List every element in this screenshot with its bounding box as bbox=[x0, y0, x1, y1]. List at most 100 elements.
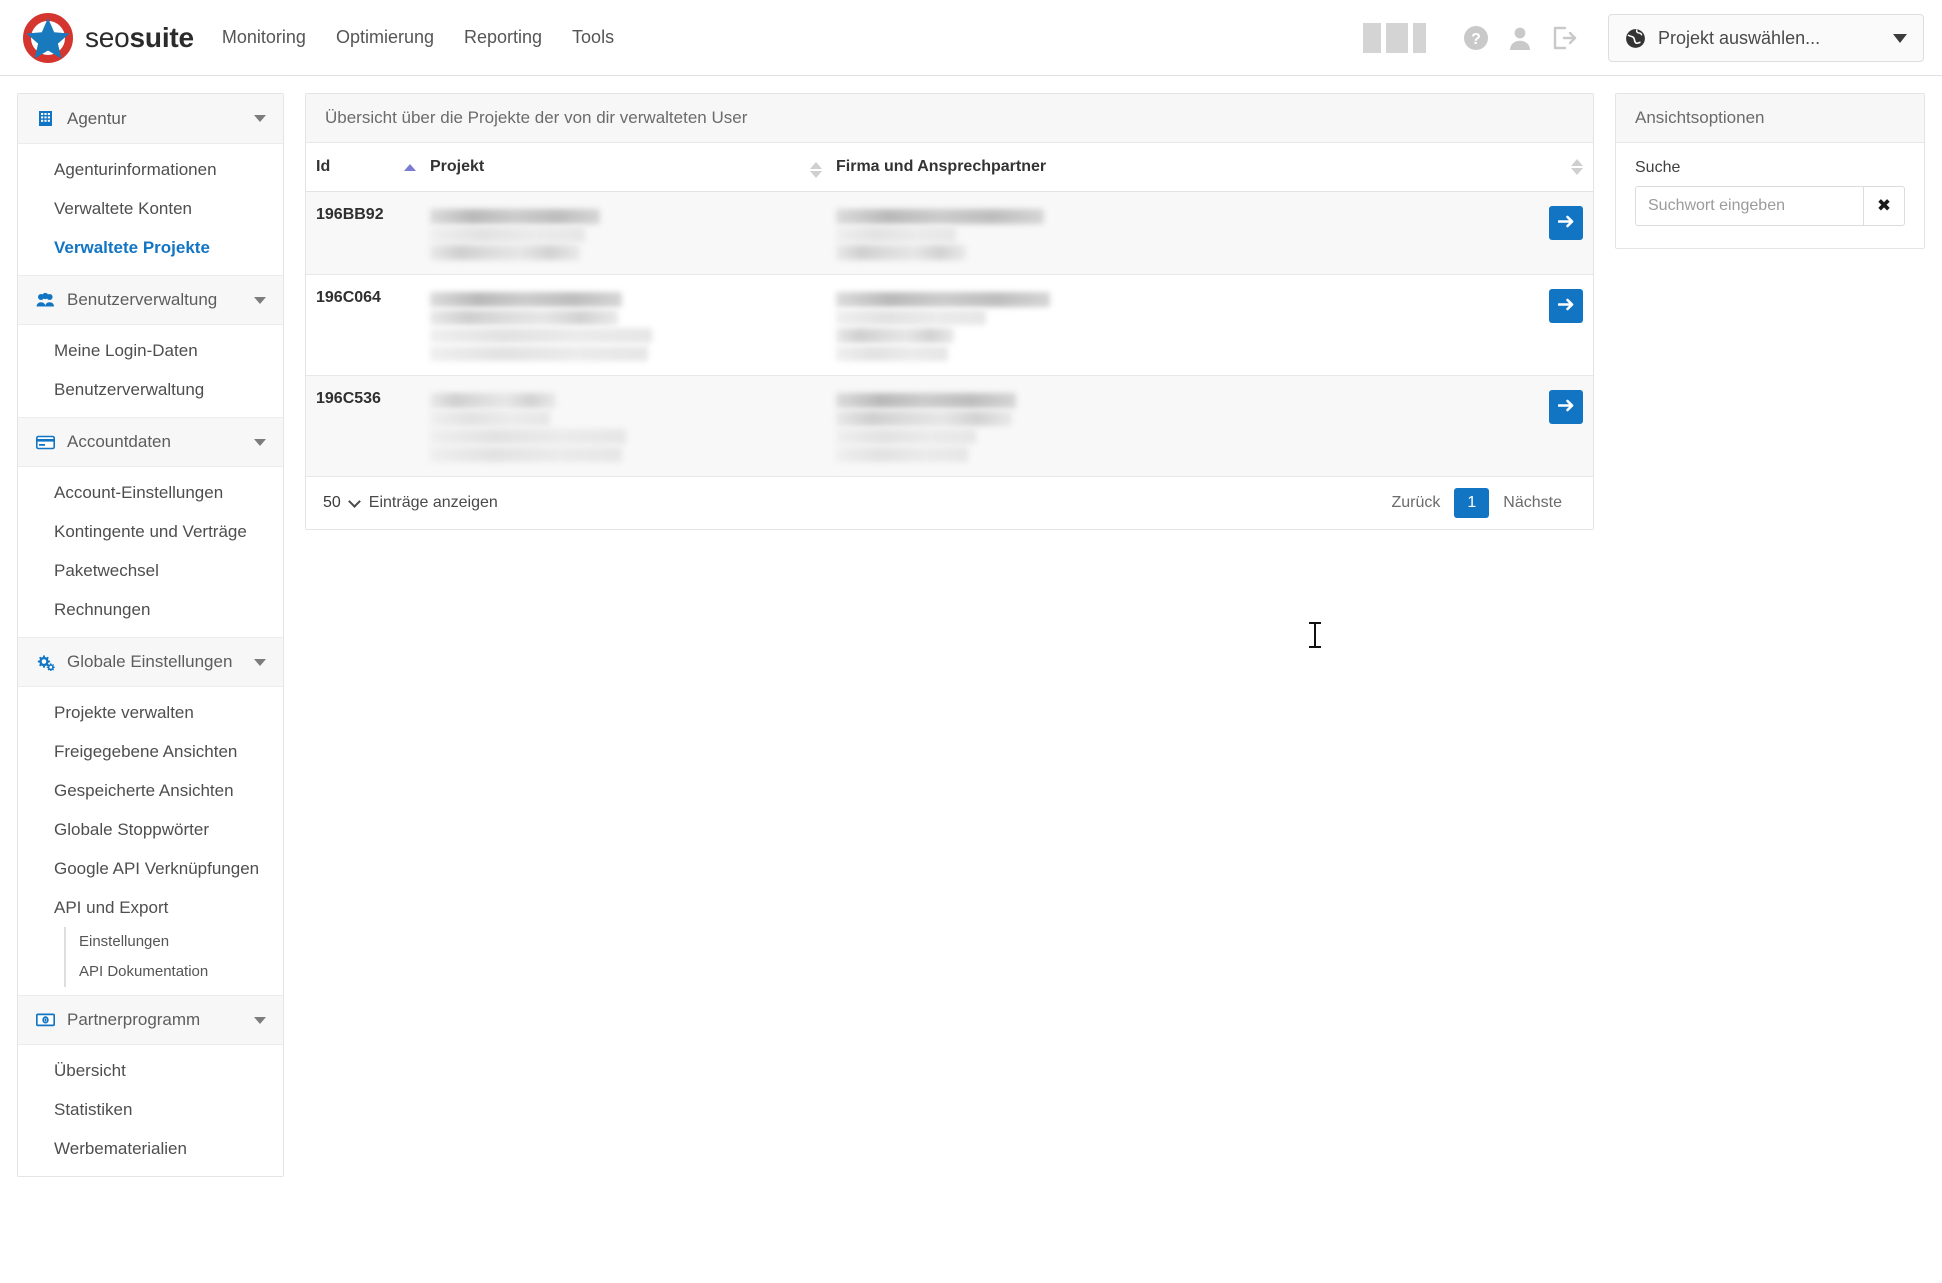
cell-action bbox=[1513, 274, 1593, 376]
projects-card: Übersicht über die Projekte der von dir … bbox=[305, 93, 1594, 530]
credit-card-icon bbox=[35, 435, 55, 450]
column-header-id[interactable]: Id bbox=[306, 143, 394, 192]
nav-item-optimierung[interactable]: Optimierung bbox=[334, 23, 436, 52]
sidebar-item-verwaltete-konten[interactable]: Verwaltete Konten bbox=[18, 189, 283, 228]
cell-id: 196BB92 bbox=[306, 191, 394, 275]
sidebar-group-label: Benutzerverwaltung bbox=[67, 290, 218, 309]
sidebar-group-accountdaten[interactable]: Accountdaten bbox=[18, 417, 283, 467]
column-sorter-id[interactable] bbox=[394, 143, 420, 192]
building-icon bbox=[35, 110, 55, 127]
help-icon[interactable]: ? bbox=[1454, 16, 1498, 60]
sidebar-item-freigegebene-ansichten[interactable]: Freigegebene Ansichten bbox=[18, 732, 283, 771]
chevron-down-icon bbox=[254, 296, 266, 304]
sidebar-item-google-api-verknuepfungen[interactable]: Google API Verknüpfungen bbox=[18, 849, 283, 888]
pagination-prev[interactable]: Zurück bbox=[1377, 488, 1454, 518]
project-select-dropdown[interactable]: Projekt auswählen... bbox=[1608, 14, 1924, 62]
cell-projekt-spacer bbox=[800, 375, 826, 477]
clear-search-button[interactable]: ✖ bbox=[1863, 186, 1905, 226]
open-project-button[interactable] bbox=[1549, 289, 1583, 323]
cell-action bbox=[1513, 375, 1593, 477]
main-navigation: Monitoring Optimierung Reporting Tools bbox=[220, 23, 616, 52]
search-input[interactable] bbox=[1635, 186, 1863, 226]
logout-icon[interactable] bbox=[1542, 16, 1586, 60]
view-options-panel: Ansichtsoptionen Suche ✖ bbox=[1615, 93, 1925, 249]
sidebar-item-gespeicherte-ansichten[interactable]: Gespeicherte Ansichten bbox=[18, 771, 283, 810]
brand-name-bold: suite bbox=[129, 21, 195, 53]
pagination-next[interactable]: Nächste bbox=[1489, 488, 1576, 518]
sidebar-item-benutzerverwaltung[interactable]: Benutzerverwaltung bbox=[18, 370, 283, 409]
cell-id: 196C536 bbox=[306, 375, 394, 477]
sidebar-item-rechnungen[interactable]: Rechnungen bbox=[18, 590, 283, 629]
sidebar-item-globale-stoppwoerter[interactable]: Globale Stoppwörter bbox=[18, 810, 283, 849]
table-row[interactable]: 196BB92 bbox=[306, 191, 1593, 275]
open-project-button[interactable] bbox=[1549, 206, 1583, 240]
sidebar-subitem-einstellungen[interactable]: Einstellungen bbox=[64, 927, 283, 957]
column-header-firma[interactable]: Firma und Ansprechpartner bbox=[826, 143, 1513, 192]
cell-projekt bbox=[420, 274, 800, 376]
arrow-right-icon bbox=[1557, 297, 1575, 315]
redacted-company-text bbox=[836, 390, 1503, 462]
page-length-select[interactable]: 50 bbox=[323, 494, 361, 512]
cell-action bbox=[1513, 191, 1593, 275]
column-header-projekt[interactable]: Projekt bbox=[420, 143, 800, 192]
open-project-button[interactable] bbox=[1549, 390, 1583, 424]
column-header-actions bbox=[1513, 143, 1593, 192]
cell-firma bbox=[826, 375, 1513, 477]
projects-table-body: 196BB92 196C064 196C536 bbox=[306, 191, 1593, 477]
nav-item-tools[interactable]: Tools bbox=[570, 23, 616, 52]
star-badge-logo-icon bbox=[22, 12, 74, 64]
nav-item-monitoring[interactable]: Monitoring bbox=[220, 23, 308, 52]
gears-icon bbox=[35, 654, 55, 671]
redacted-company-text bbox=[836, 206, 1503, 260]
sidebar-item-uebersicht[interactable]: Übersicht bbox=[18, 1051, 283, 1090]
sort-ascending-icon bbox=[404, 164, 416, 171]
sidebar-item-projekte-verwalten[interactable]: Projekte verwalten bbox=[18, 693, 283, 732]
cell-firma bbox=[826, 274, 1513, 376]
view-options-body: Suche ✖ bbox=[1616, 143, 1924, 248]
sidebar-subitem-api-dokumentation[interactable]: API Dokumentation bbox=[64, 957, 283, 987]
cell-id-spacer bbox=[394, 274, 420, 376]
sidebar-item-verwaltete-projekte[interactable]: Verwaltete Projekte bbox=[18, 228, 283, 267]
pagination-page-1[interactable]: 1 bbox=[1454, 488, 1490, 518]
column-sorter-projekt[interactable] bbox=[800, 143, 826, 192]
nav-item-reporting[interactable]: Reporting bbox=[462, 23, 544, 52]
user-icon[interactable] bbox=[1498, 16, 1542, 60]
cell-id: 196C064 bbox=[306, 274, 394, 376]
sort-none-icon bbox=[1571, 159, 1583, 175]
sidebar-group-label: Accountdaten bbox=[67, 432, 171, 451]
sidebar-item-statistiken[interactable]: Statistiken bbox=[18, 1090, 283, 1129]
sidebar-item-werbematerialien[interactable]: Werbematerialien bbox=[18, 1129, 283, 1168]
svg-text:0: 0 bbox=[44, 1018, 47, 1024]
sidebar-item-kontingente-und-vertraege[interactable]: Kontingente und Verträge bbox=[18, 512, 283, 551]
column-header-firma-label: Firma und Ansprechpartner bbox=[836, 158, 1047, 175]
brand-logo[interactable]: seosuite bbox=[22, 12, 194, 64]
table-row[interactable]: 196C536 bbox=[306, 375, 1593, 477]
sidebar-group-globale-einstellungen-items: Projekte verwalten Freigegebene Ansichte… bbox=[18, 687, 283, 995]
cell-projekt-spacer bbox=[800, 191, 826, 275]
arrow-right-icon bbox=[1557, 214, 1575, 232]
chevron-down-icon bbox=[254, 658, 266, 666]
cell-projekt bbox=[420, 375, 800, 477]
page-body: Agentur Agenturinformationen Verwaltete … bbox=[0, 76, 1942, 1177]
search-row: ✖ bbox=[1635, 186, 1905, 226]
users-icon bbox=[35, 292, 55, 308]
sidebar-group-globale-einstellungen[interactable]: Globale Einstellungen bbox=[18, 637, 283, 687]
globe-icon bbox=[1625, 28, 1646, 49]
redacted-project-text bbox=[430, 390, 790, 462]
project-select-label: Projekt auswählen... bbox=[1658, 27, 1821, 48]
main-content: Übersicht über die Projekte der von dir … bbox=[305, 93, 1594, 530]
projects-table-head: Id Projekt Firma und Ansprechpartner bbox=[306, 143, 1593, 192]
sidebar-group-partnerprogramm[interactable]: 0 Partnerprogramm bbox=[18, 995, 283, 1045]
sidebar-item-paketwechsel[interactable]: Paketwechsel bbox=[18, 551, 283, 590]
redacted-company-text bbox=[836, 289, 1503, 361]
sidebar-group-partnerprogramm-items: Übersicht Statistiken Werbematerialien bbox=[18, 1045, 283, 1176]
sidebar-item-api-und-export[interactable]: API und Export bbox=[18, 888, 283, 927]
column-header-projekt-label: Projekt bbox=[430, 158, 485, 175]
sidebar-item-meine-login-daten[interactable]: Meine Login-Daten bbox=[18, 331, 283, 370]
sidebar-item-agenturinformationen[interactable]: Agenturinformationen bbox=[18, 150, 283, 189]
sidebar-item-account-einstellungen[interactable]: Account-Einstellungen bbox=[18, 473, 283, 512]
page-length-value: 50 bbox=[323, 494, 341, 511]
table-row[interactable]: 196C064 bbox=[306, 274, 1593, 376]
sidebar-group-benutzerverwaltung[interactable]: Benutzerverwaltung bbox=[18, 275, 283, 325]
sidebar-group-agentur[interactable]: Agentur bbox=[18, 94, 283, 144]
